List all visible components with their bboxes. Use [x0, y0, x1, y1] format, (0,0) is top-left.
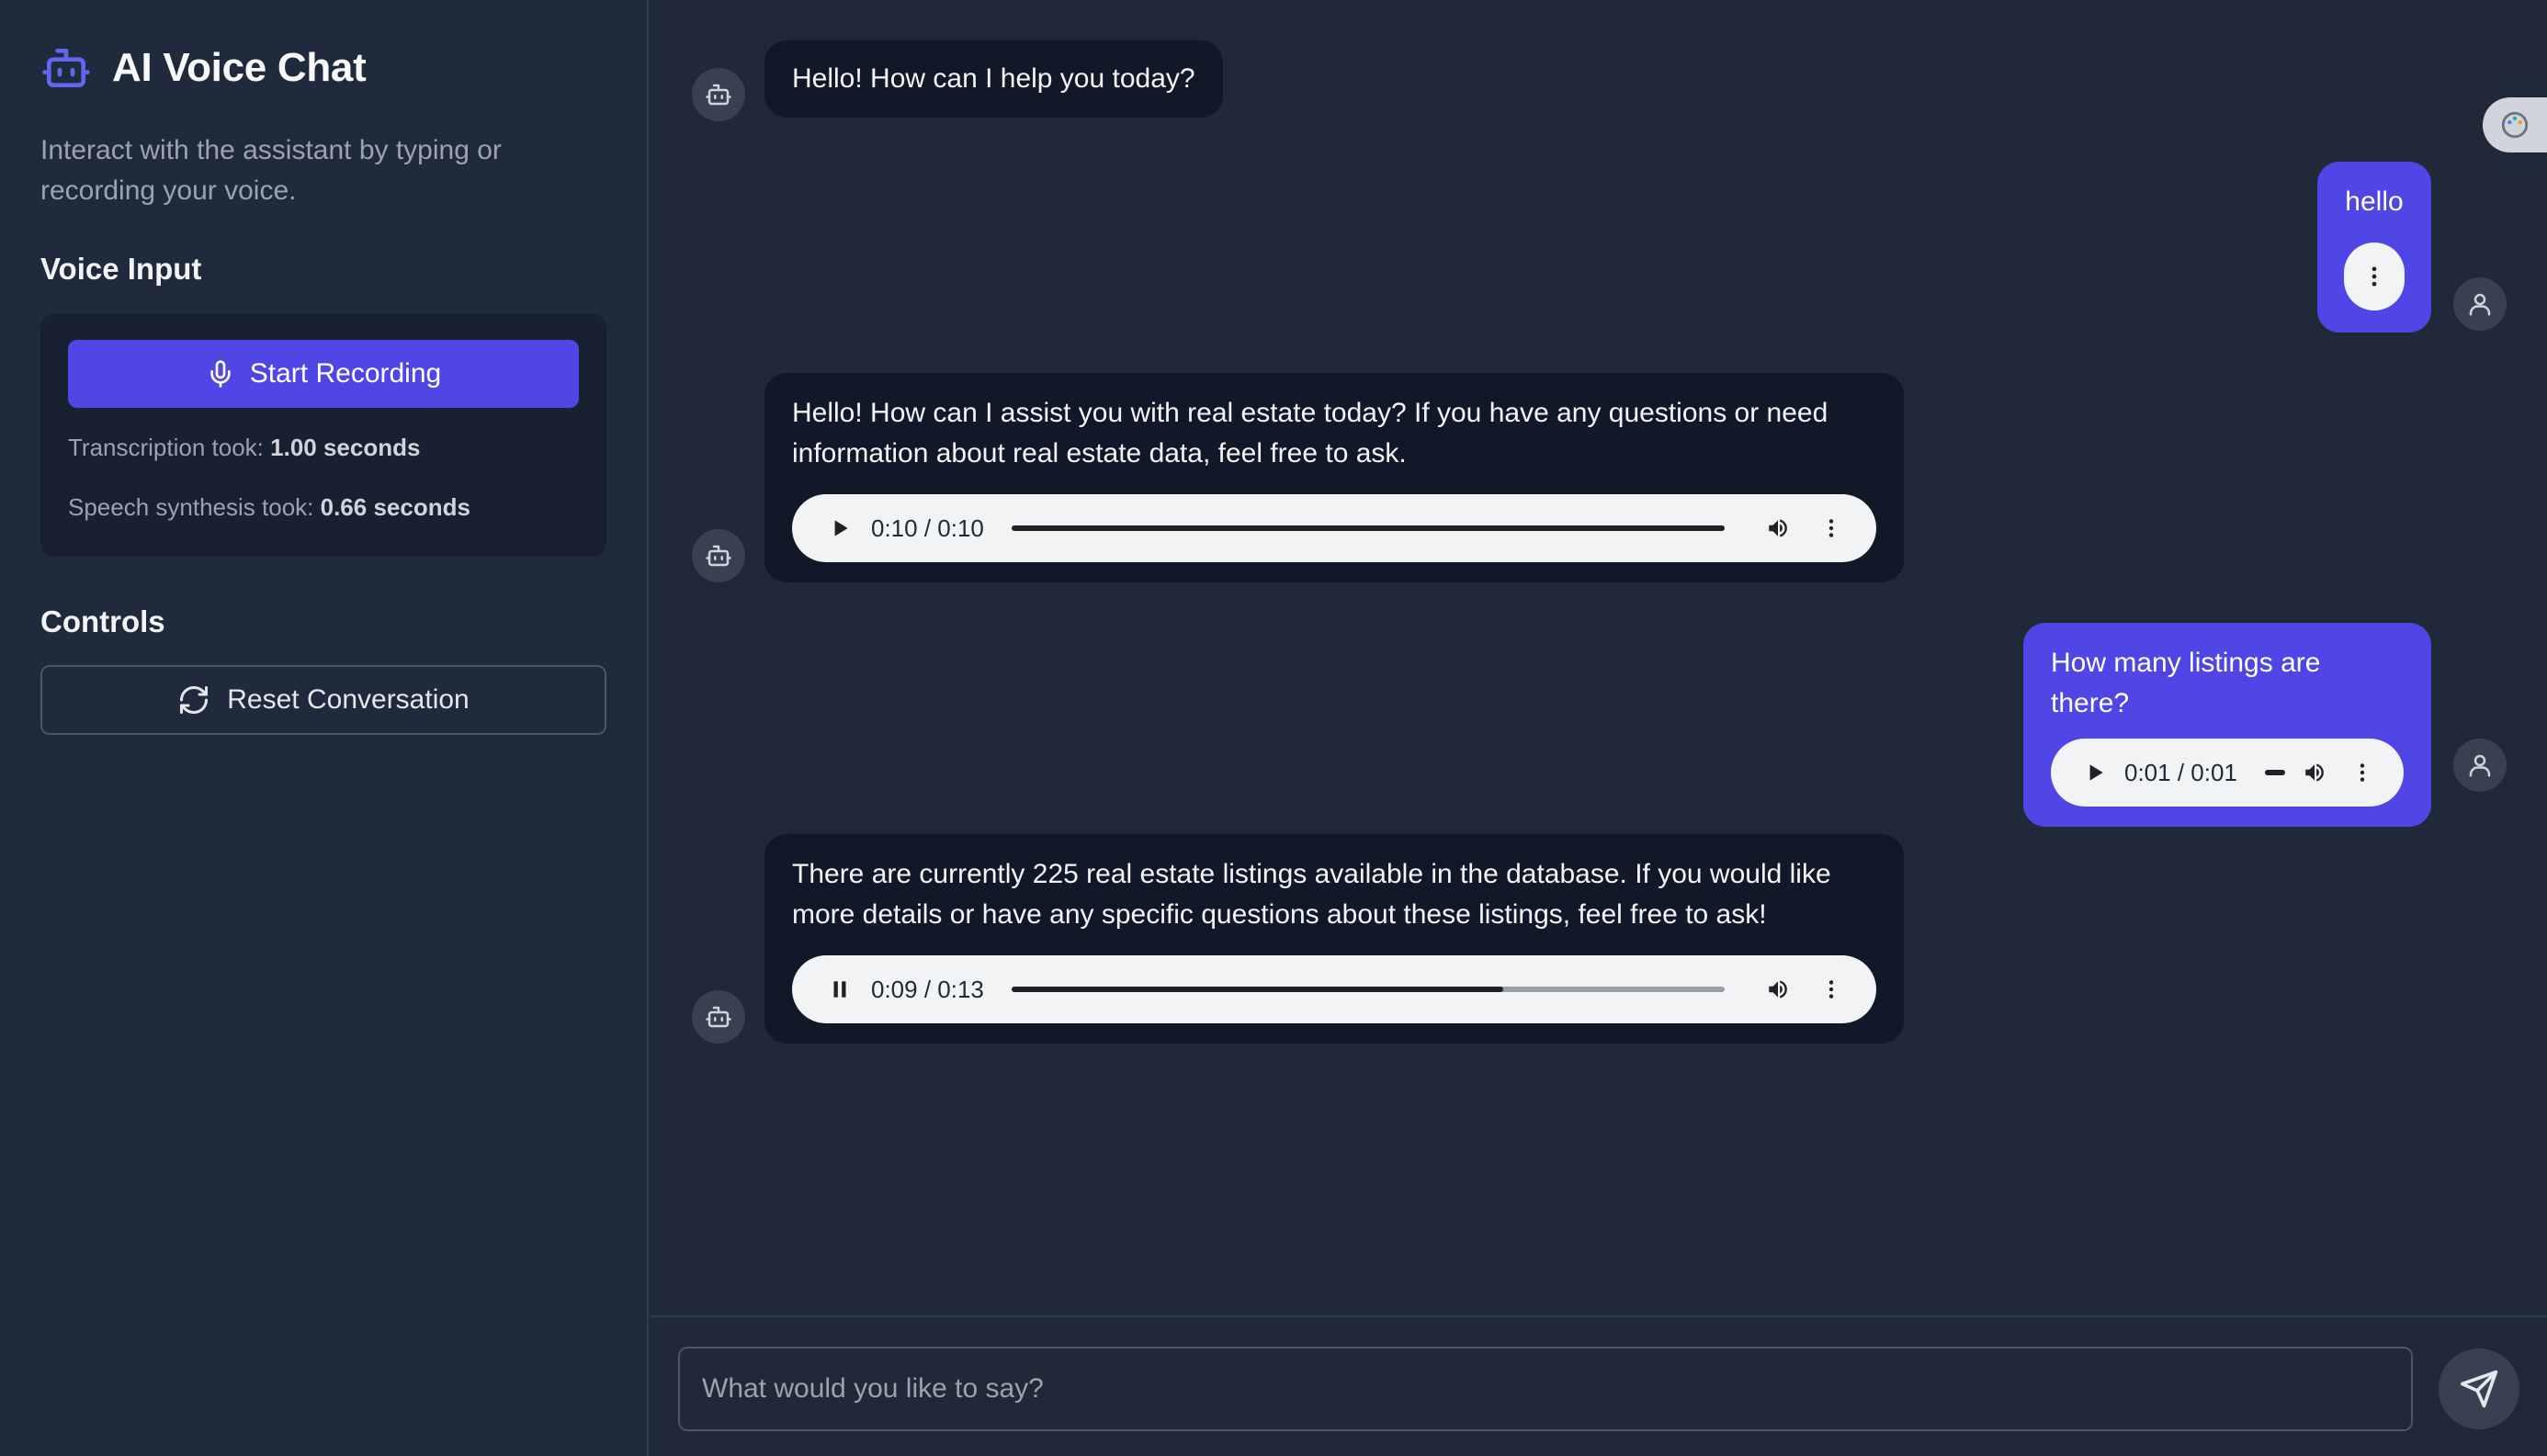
- audio-progress-bar[interactable]: [1011, 525, 1725, 531]
- audio-player[interactable]: 0:01 / 0:01: [2051, 739, 2404, 807]
- transcription-label: Transcription took:: [68, 434, 264, 461]
- user-message: How many listings are there? 0:01 / 0:01: [2023, 623, 2431, 827]
- message-input[interactable]: [678, 1347, 2413, 1431]
- assistant-message: Hello! How can I help you today?: [764, 40, 1223, 118]
- volume-icon[interactable]: [2298, 756, 2331, 789]
- message-text: Hello! How can I help you today?: [792, 63, 1195, 94]
- reset-conversation-button[interactable]: Reset Conversation: [40, 665, 606, 735]
- play-icon[interactable]: [823, 512, 856, 545]
- user-message: hello: [2317, 162, 2431, 333]
- pause-icon[interactable]: [823, 973, 856, 1006]
- assistant-avatar: [692, 529, 745, 582]
- audio-time: 0:01 / 0:01: [2124, 759, 2237, 786]
- synthesis-label: Speech synthesis took:: [68, 493, 314, 521]
- message-text: Hello! How can I assist you with real es…: [792, 398, 1828, 468]
- composer: [651, 1315, 2547, 1456]
- app-subtitle: Interact with the assistant by typing or…: [40, 135, 502, 206]
- message-text: There are currently 225 real estate list…: [792, 859, 1831, 930]
- volume-icon[interactable]: [1761, 512, 1794, 545]
- transcription-stat: Transcription took: 1.00 seconds: [68, 434, 579, 462]
- audio-progress-bar[interactable]: [2264, 770, 2285, 775]
- controls-title: Controls: [40, 604, 165, 638]
- more-options-icon[interactable]: [1815, 973, 1848, 1006]
- assistant-message: Hello! How can I assist you with real es…: [764, 373, 1904, 582]
- transcription-value: 1.00 seconds: [270, 434, 421, 461]
- start-recording-label: Start Recording: [249, 358, 442, 389]
- send-icon: [2460, 1370, 2498, 1408]
- voice-input-card: Start Recording Transcription took: 1.00…: [40, 314, 606, 557]
- robot-icon: [706, 545, 731, 567]
- refresh-icon: [180, 686, 209, 714]
- more-options-icon[interactable]: [1815, 512, 1848, 545]
- audio-time: 0:09 / 0:13: [871, 976, 984, 1003]
- volume-icon[interactable]: [1761, 973, 1794, 1006]
- send-button[interactable]: [2439, 1349, 2519, 1429]
- assistant-avatar: [692, 68, 745, 121]
- start-recording-button[interactable]: Start Recording: [68, 340, 579, 408]
- robot-icon: [40, 42, 92, 94]
- user-icon: [2469, 754, 2491, 777]
- user-avatar: [2453, 739, 2507, 792]
- assistant-message: There are currently 225 real estate list…: [764, 834, 1904, 1044]
- play-icon[interactable]: [2078, 756, 2111, 789]
- more-options-icon[interactable]: [2346, 756, 2379, 789]
- reset-conversation-label: Reset Conversation: [227, 684, 470, 715]
- sidebar: AI Voice Chat Interact with the assistan…: [0, 0, 649, 1456]
- user-avatar: [2453, 277, 2507, 331]
- assistant-avatar: [692, 990, 745, 1044]
- robot-icon: [706, 1006, 731, 1028]
- message-text: hello: [2345, 186, 2404, 217]
- audio-player-collapsed[interactable]: [2344, 243, 2405, 310]
- microphone-icon: [210, 360, 231, 388]
- palette-icon: [2501, 111, 2529, 139]
- audio-player[interactable]: 0:10 / 0:10: [792, 494, 1876, 562]
- user-icon: [2469, 293, 2491, 316]
- audio-progress-bar[interactable]: [1011, 987, 1725, 992]
- voice-input-title: Voice Input: [40, 252, 202, 286]
- brand: AI Voice Chat: [40, 40, 606, 96]
- robot-icon: [706, 84, 731, 106]
- audio-progress-fill: [1011, 987, 1504, 992]
- floating-settings-button[interactable]: [2483, 97, 2547, 152]
- more-options-icon[interactable]: [2361, 264, 2387, 289]
- audio-progress-fill: [1011, 525, 1725, 531]
- audio-progress-fill: [2264, 770, 2285, 775]
- synthesis-stat: Speech synthesis took: 0.66 seconds: [68, 493, 579, 522]
- audio-time: 0:10 / 0:10: [871, 514, 984, 542]
- app-title: AI Voice Chat: [112, 45, 367, 90]
- chat-panel: Hello! How can I help you today? hello H…: [651, 0, 2547, 1315]
- audio-player[interactable]: 0:09 / 0:13: [792, 955, 1876, 1023]
- message-text: How many listings are there?: [2051, 648, 2321, 718]
- synthesis-value: 0.66 seconds: [320, 493, 470, 521]
